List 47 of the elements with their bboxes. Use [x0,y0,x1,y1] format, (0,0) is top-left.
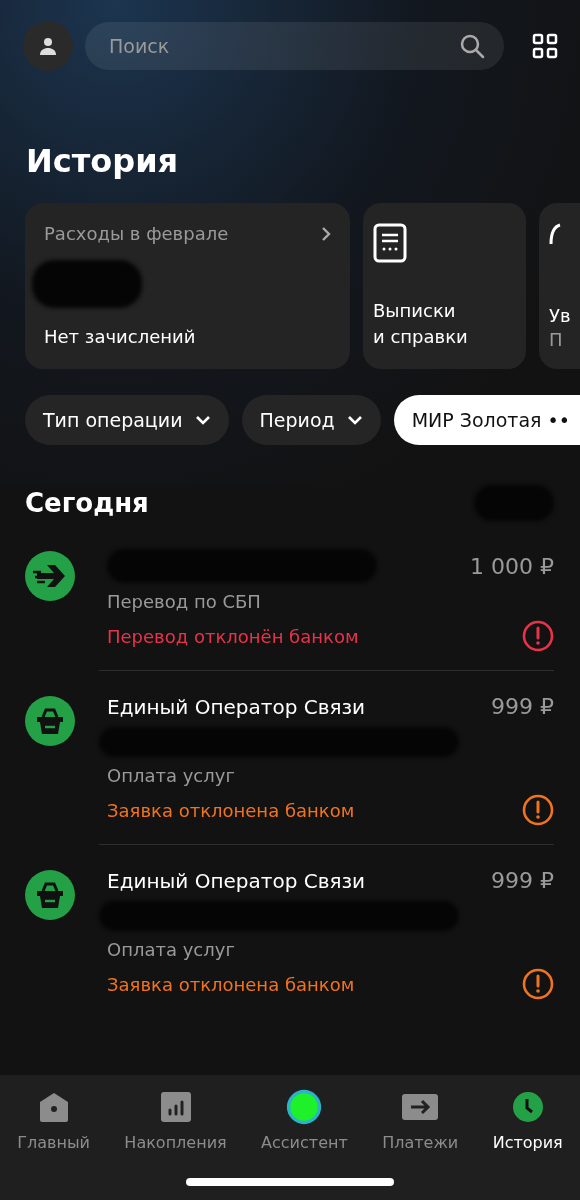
filter-chip[interactable]: Период [241,395,381,445]
category-label: Перевод по СБП [107,591,262,612]
status-text: Заявка отклонена банком [107,973,355,995]
card-subtitle: Нет зачислений [44,325,197,349]
nav-tab[interactable]: История [492,1089,563,1152]
card-title: Выписки и справки [373,299,469,349]
card-subtitle: П [549,329,564,350]
filter-chip[interactable]: МИР Золотая •• [393,395,580,445]
chevron-down-icon [194,415,211,425]
category-label: Оплата услуг [107,939,236,960]
warning-icon [522,968,554,1000]
transaction-row[interactable]: Единый Оператор Связи 999 ₽ Оплата услуг Заявка отклонена банком [25,844,554,1018]
status-text: Заявка отклонена банком [107,799,355,821]
category-icon [25,551,75,601]
category-label: Оплата услуг [107,765,236,786]
filter-chip[interactable]: Тип операции [25,395,229,445]
warning-icon [522,620,554,652]
shortcut-card[interactable]: Выписки и справки [363,203,526,369]
transaction-row[interactable]: 1 000 ₽ Перевод по СБП Перевод отклонён банком [25,549,554,670]
warning-icon [522,794,554,826]
merchant-name: Единый Оператор Связи [107,868,366,893]
status-text: Перевод отклонён банком [107,625,359,647]
nav-tab[interactable]: Ассистент [261,1089,348,1152]
nav-tab[interactable]: Главный [17,1089,90,1152]
document-icon [373,223,407,263]
nav-tab[interactable]: Накопления [124,1089,227,1152]
category-icon [25,696,75,746]
card-title: Расходы в феврале [44,223,229,244]
expenses-card[interactable]: Расходы в феврале Нет зачислений [25,203,350,369]
page-title: История [26,141,180,181]
amount: 999 ₽ [491,694,554,719]
nav-tab[interactable]: Платежи [382,1089,459,1152]
chevron-right-icon [321,225,331,242]
shortcut-card[interactable]: Ув П [539,203,580,369]
search-icon [458,32,486,60]
category-icon [25,870,75,920]
transaction-row[interactable]: Единый Оператор Связи 999 ₽ Оплата услуг Заявка отклонена банком [25,670,554,844]
amount: 1 000 ₽ [470,553,554,579]
profile-avatar[interactable] [23,21,73,71]
grid-icon[interactable] [532,33,558,59]
clock-icon [511,1089,544,1125]
chevron-down-icon [346,415,363,425]
card-title: Ув [549,304,572,328]
merchant-name: Единый Оператор Связи [107,694,366,719]
section-title: Сегодня [25,488,149,518]
bar-chart-icon [160,1089,191,1125]
amount: 999 ₽ [491,868,554,893]
